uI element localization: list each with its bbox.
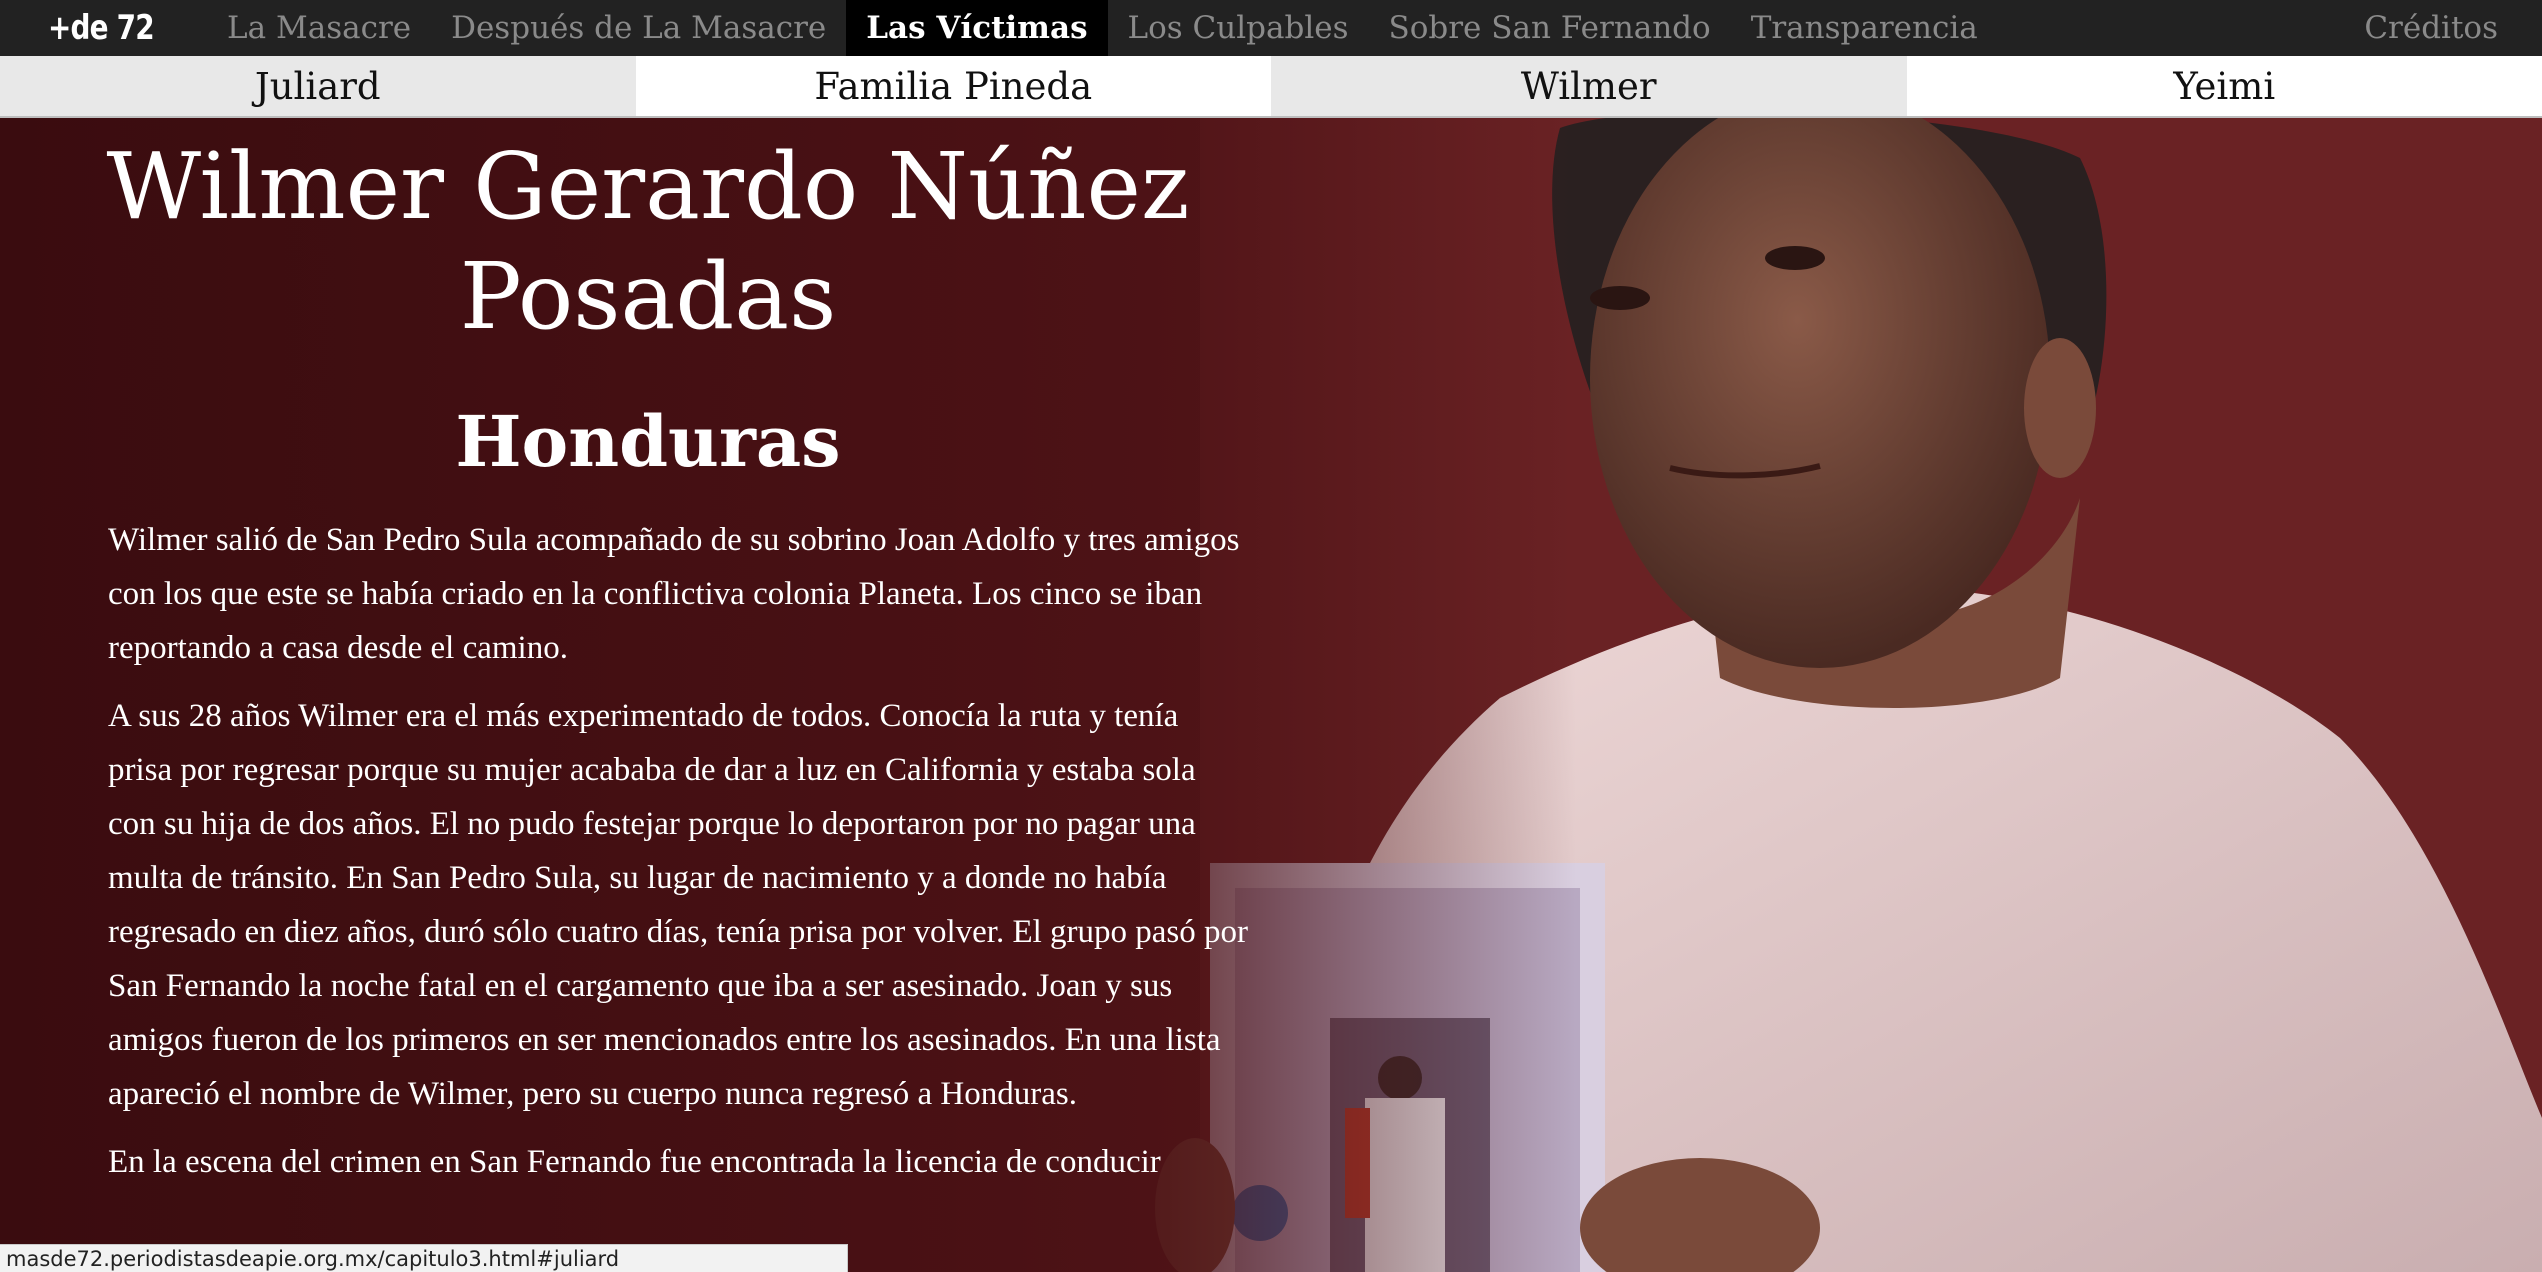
victim-text: Wilmer Gerardo Núñez Posadas Honduras Wi… bbox=[107, 118, 1249, 1189]
nav-item-la-masacre[interactable]: La Masacre bbox=[207, 0, 431, 56]
tab-familia-pineda[interactable]: Familia Pineda bbox=[635, 56, 1271, 116]
victim-tabs: Juliard Familia Pineda Wilmer Yeimi bbox=[0, 56, 2542, 118]
top-nav: +de 72 La Masacre Después de La Masacre … bbox=[0, 0, 2542, 56]
nav-item-los-culpables[interactable]: Los Culpables bbox=[1108, 0, 1369, 56]
nav-item-transparencia[interactable]: Transparencia bbox=[1731, 0, 1998, 56]
victim-name: Wilmer Gerardo Núñez Posadas bbox=[78, 132, 1218, 352]
site-logo[interactable]: +de 72 bbox=[48, 8, 155, 48]
nav-item-creditos[interactable]: Créditos bbox=[2364, 0, 2498, 56]
victim-name-line2: Posadas bbox=[459, 243, 837, 350]
story-paragraph: Wilmer salió de San Pedro Sula acompañad… bbox=[108, 522, 1240, 666]
tab-juliard[interactable]: Juliard bbox=[0, 56, 636, 116]
browser-status-url: masde72.periodistasdeapie.org.mx/capitul… bbox=[0, 1244, 848, 1272]
nav-item-despues-de-la-masacre[interactable]: Después de La Masacre bbox=[431, 0, 846, 56]
nav-menu: La Masacre Después de La Masacre Las Víc… bbox=[207, 0, 1998, 56]
nav-item-sobre-san-fernando[interactable]: Sobre San Fernando bbox=[1368, 0, 1730, 56]
tab-yeimi[interactable]: Yeimi bbox=[1906, 56, 2542, 116]
victim-country: Honduras bbox=[455, 400, 841, 483]
tab-wilmer[interactable]: Wilmer bbox=[1271, 56, 1907, 116]
nav-item-las-victimas[interactable]: Las Víctimas bbox=[846, 0, 1108, 56]
victim-name-line1: Wilmer Gerardo Núñez bbox=[106, 133, 1190, 240]
story-paragraph: En la escena del crimen en San Fernando … bbox=[108, 1144, 1161, 1180]
victim-hero: Wilmer Gerardo Núñez Posadas Honduras Wi… bbox=[0, 118, 2542, 1272]
story-paragraph: A sus 28 años Wilmer era el más experime… bbox=[108, 698, 1249, 1112]
